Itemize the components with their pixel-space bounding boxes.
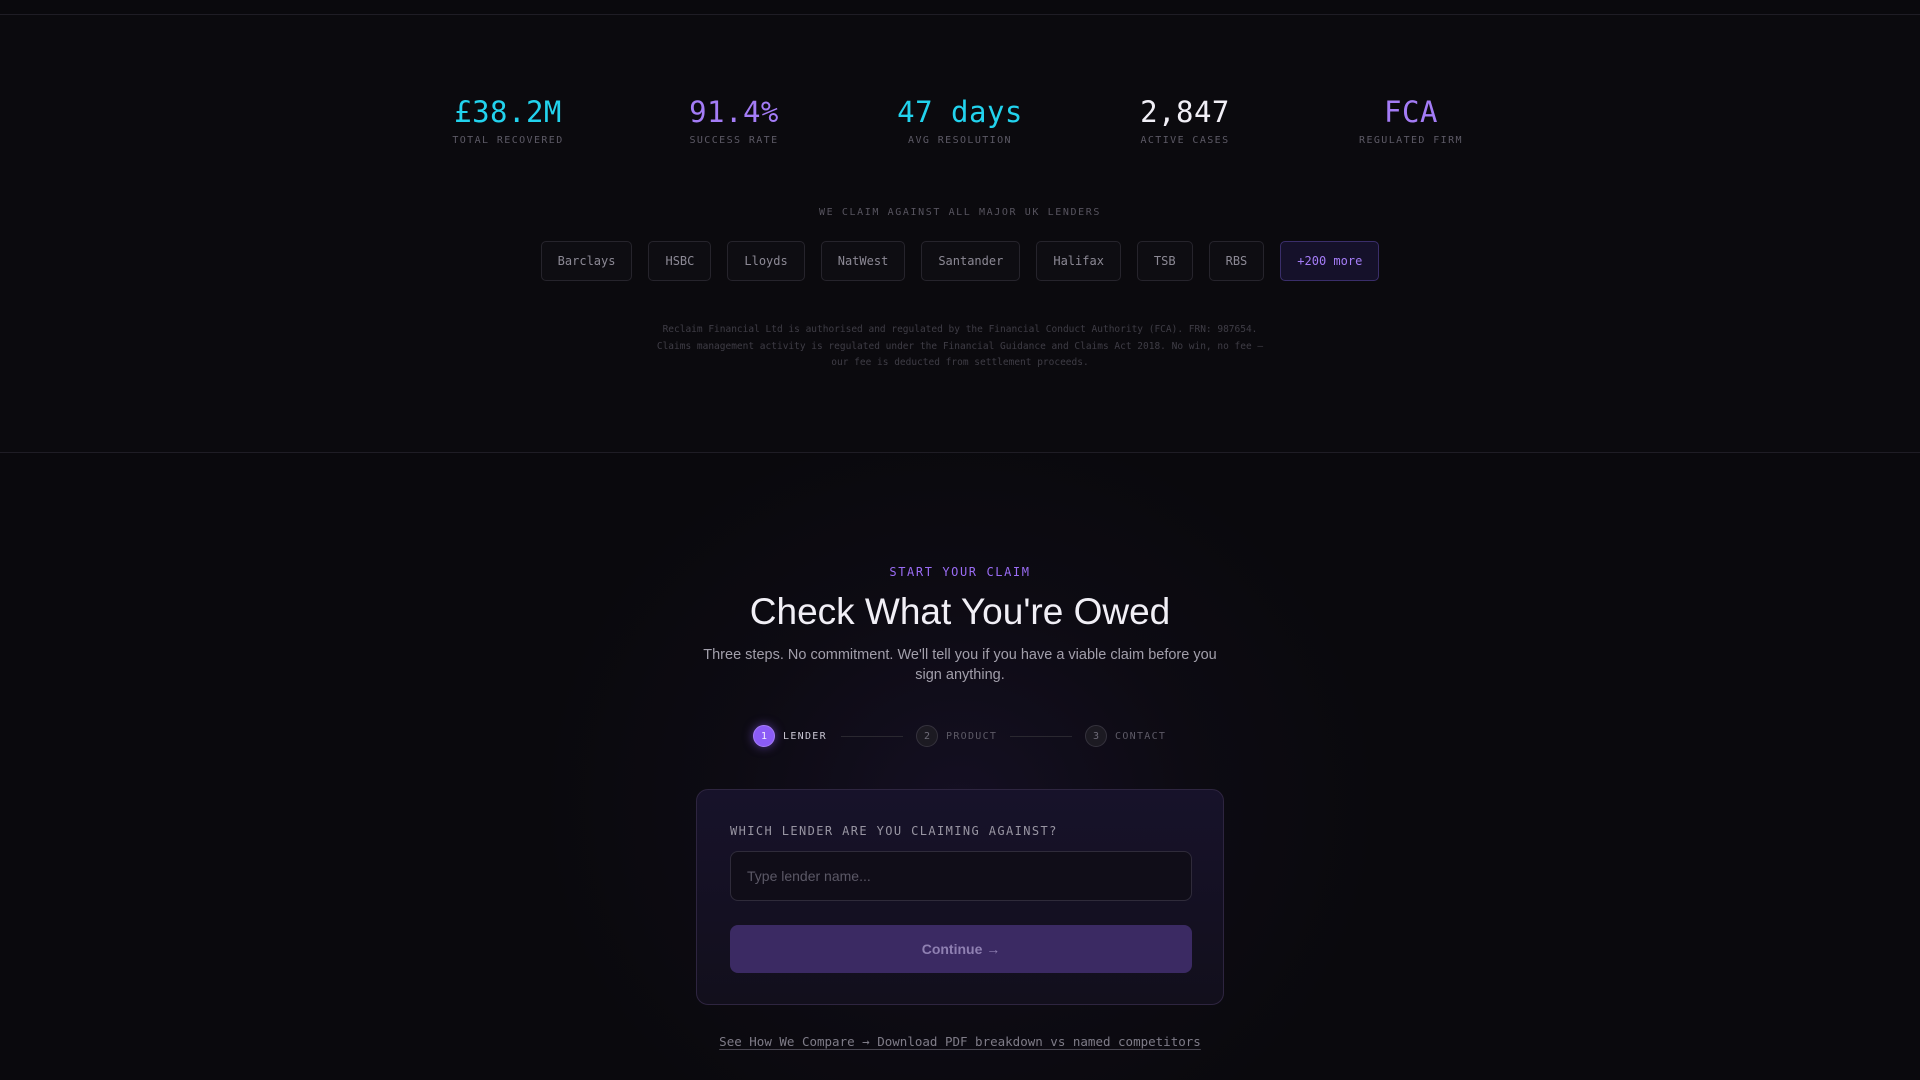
claim-title: Check What You're Owed [749, 591, 1171, 632]
stat-value: £38.2M [454, 95, 562, 129]
stats-section: £38.2M TOTAL RECOVERED 91.4% SUCCESS RAT… [0, 15, 1920, 453]
lenders-heading: WE CLAIM AGAINST ALL MAJOR UK LENDERS [819, 207, 1101, 218]
step-connector [1010, 736, 1072, 737]
lender-chip-tsb[interactable]: TSB [1136, 241, 1193, 281]
lender-chip-hsbc[interactable]: HSBC [648, 241, 712, 281]
fca-disclaimer: Reclaim Financial Ltd is authorised and … [610, 322, 1310, 372]
stat-label: AVG RESOLUTION [908, 135, 1012, 146]
stat-active-cases: 2,847 ACTIVE CASES [1065, 95, 1305, 146]
lender-chip-lloyds[interactable]: Lloyds [727, 241, 805, 281]
lender-name-input[interactable] [730, 851, 1192, 901]
lender-chip-barclays[interactable]: Barclays [540, 241, 633, 281]
stat-value: 2,847 [1140, 95, 1230, 129]
step-label: CONTACT [1115, 730, 1167, 742]
lender-form-card: WHICH LENDER ARE YOU CLAIMING AGAINST? C… [696, 789, 1224, 1005]
lender-chip-halifax[interactable]: Halifax [1036, 241, 1121, 281]
lender-chip-santander[interactable]: Santander [921, 241, 1021, 281]
compare-download-link[interactable]: See How We Compare → Download PDF breakd… [719, 1034, 1201, 1049]
stat-total-recovered: £38.2M TOTAL RECOVERED [388, 95, 628, 146]
claim-eyebrow: START YOUR CLAIM [889, 565, 1031, 579]
step-number: 3 [1085, 725, 1107, 747]
stat-regulated-firm: FCA REGULATED FIRM [1291, 95, 1531, 146]
stat-value: FCA [1384, 95, 1438, 129]
stat-label: REGULATED FIRM [1359, 135, 1463, 146]
page: £38.2M TOTAL RECOVERED 91.4% SUCCESS RAT… [0, 0, 1920, 1080]
claim-subtitle: Three steps. No commitment. We'll tell y… [703, 647, 1217, 683]
step-lender[interactable]: 1 LENDER [753, 725, 827, 747]
lender-chip-more[interactable]: +200 more [1280, 241, 1380, 281]
lender-chip-natwest[interactable]: NatWest [820, 241, 906, 281]
lender-question-label: WHICH LENDER ARE YOU CLAIMING AGAINST? [730, 824, 1058, 838]
step-label: PRODUCT [946, 730, 998, 742]
step-number: 2 [916, 725, 938, 747]
step-number: 1 [753, 725, 775, 747]
stat-value: 47 days [897, 95, 1023, 129]
stat-avg-resolution: 47 days AVG RESOLUTION [840, 95, 1080, 146]
lender-chips: Barclays HSBC Lloyds NatWest Santander H… [0, 241, 1920, 281]
stat-label: TOTAL RECOVERED [452, 135, 564, 146]
lender-chip-rbs[interactable]: RBS [1208, 241, 1265, 281]
step-label: LENDER [783, 730, 827, 742]
disclaimer-line: our fee is deducted from settlement proc… [831, 357, 1089, 368]
disclaimer-line: Claims management activity is regulated … [656, 340, 1264, 352]
step-contact[interactable]: 3 CONTACT [1085, 725, 1166, 747]
continue-button[interactable]: Continue → [730, 925, 1192, 973]
step-product[interactable]: 2 PRODUCT [916, 725, 997, 747]
claim-section: START YOUR CLAIM Check What You're Owed … [0, 453, 1920, 1080]
claim-stepper: 1 LENDER 2 PRODUCT 3 CONTACT [0, 725, 1920, 751]
stats-row: £38.2M TOTAL RECOVERED 91.4% SUCCESS RAT… [0, 95, 1920, 165]
compare-link-wrapper: See How We Compare → Download PDF breakd… [0, 1034, 1920, 1049]
stat-label: ACTIVE CASES [1140, 135, 1230, 146]
step-connector [841, 736, 903, 737]
stat-value: 91.4% [689, 95, 779, 129]
disclaimer-line: Reclaim Financial Ltd is authorised and … [662, 324, 1258, 335]
stat-label: SUCCESS RATE [689, 135, 779, 146]
stat-success-rate: 91.4% SUCCESS RATE [614, 95, 854, 146]
